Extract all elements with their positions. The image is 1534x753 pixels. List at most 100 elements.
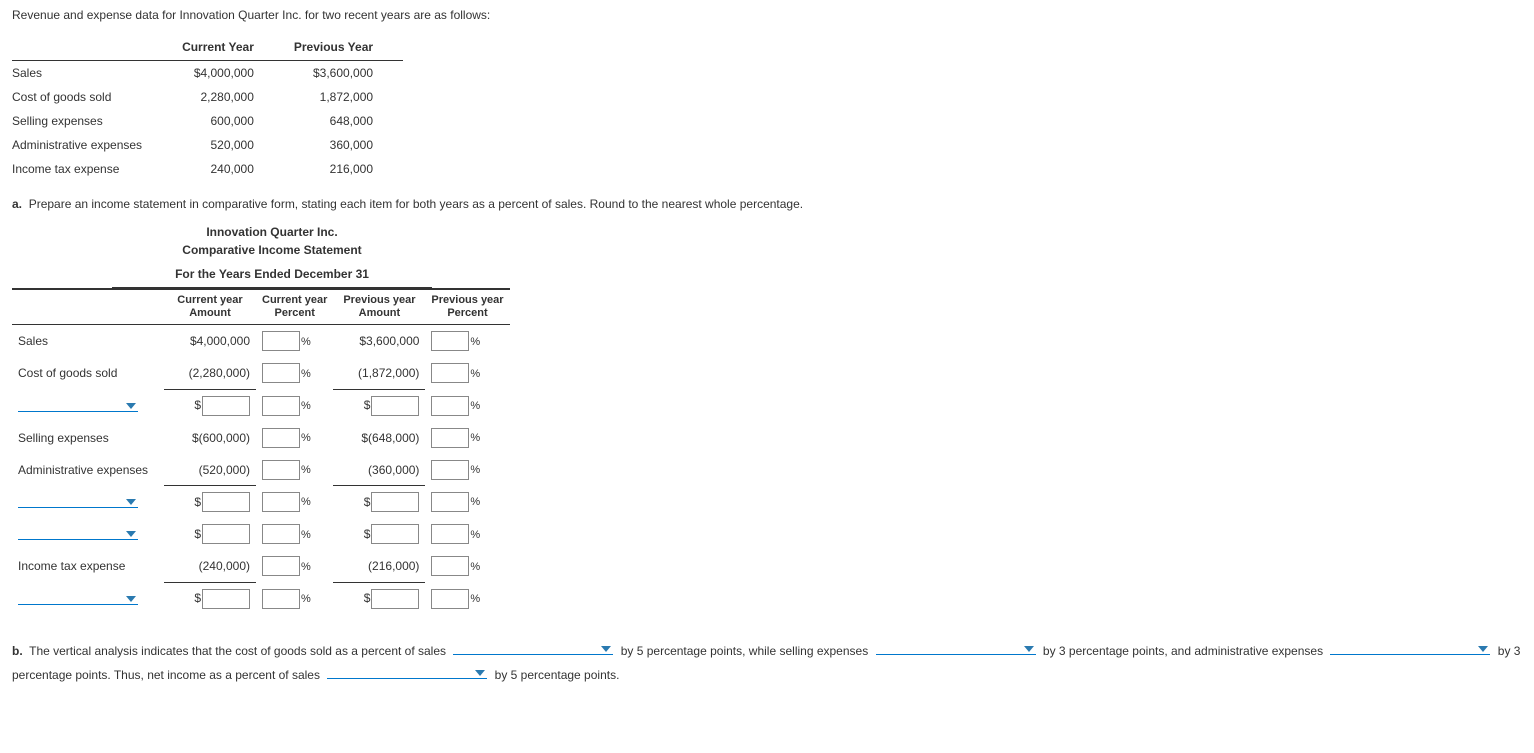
- row-cy: 600,000: [172, 109, 284, 133]
- chevron-down-icon: [126, 531, 136, 537]
- given-data-table: Current Year Previous Year Sales$4,000,0…: [12, 34, 403, 181]
- amount-input[interactable]: [202, 396, 250, 416]
- part-b-dropdown-3[interactable]: [1330, 640, 1490, 655]
- data-header-blank: [12, 34, 172, 61]
- percent-input[interactable]: [431, 589, 469, 609]
- percent-input[interactable]: [431, 428, 469, 448]
- percent-input[interactable]: [431, 363, 469, 383]
- income-statement: Innovation Quarter Inc. Comparative Inco…: [12, 225, 1522, 615]
- percent-input[interactable]: [262, 428, 300, 448]
- percent-cell: %: [256, 357, 333, 389]
- chevron-down-icon: [475, 670, 485, 676]
- percent-input[interactable]: [262, 331, 300, 351]
- percent-sign: %: [301, 561, 311, 573]
- percent-sign: %: [470, 496, 480, 508]
- percent-input[interactable]: [262, 556, 300, 576]
- income-row: $%$%: [12, 518, 510, 550]
- amount-input[interactable]: [202, 524, 250, 544]
- percent-input[interactable]: [431, 331, 469, 351]
- amount-input[interactable]: [202, 589, 250, 609]
- amount-input[interactable]: [202, 492, 250, 512]
- percent-input[interactable]: [262, 460, 300, 480]
- percent-sign: %: [470, 593, 480, 605]
- label-dropdown[interactable]: [18, 525, 138, 540]
- row-cy: 2,280,000: [172, 85, 284, 109]
- py-amount: $(648,000): [333, 422, 425, 454]
- chevron-down-icon: [126, 403, 136, 409]
- cy-amount: (520,000): [164, 454, 256, 486]
- percent-input[interactable]: [431, 524, 469, 544]
- part-b-dropdown-1[interactable]: [453, 640, 613, 655]
- income-table: Current yearAmount Current yearPercent P…: [12, 288, 510, 615]
- row-label-dropdown[interactable]: [12, 582, 164, 615]
- chevron-down-icon: [1478, 646, 1488, 652]
- label-dropdown[interactable]: [18, 397, 138, 412]
- percent-sign: %: [470, 561, 480, 573]
- percent-input[interactable]: [431, 396, 469, 416]
- intro-text: Revenue and expense data for Innovation …: [12, 8, 1522, 22]
- amount-input[interactable]: [371, 492, 419, 512]
- percent-input[interactable]: [431, 556, 469, 576]
- income-header-py-percent: Previous yearPercent: [425, 289, 509, 325]
- percent-cell: %: [256, 325, 333, 358]
- part-b-dropdown-2[interactable]: [876, 640, 1036, 655]
- percent-input[interactable]: [431, 492, 469, 512]
- percent-input[interactable]: [262, 363, 300, 383]
- percent-input[interactable]: [262, 492, 300, 512]
- row-py: 1,872,000: [284, 85, 403, 109]
- dollar-sign: $: [364, 398, 371, 412]
- row-py: $3,600,000: [284, 61, 403, 86]
- row-label: Income tax expense: [12, 550, 164, 582]
- percent-sign: %: [470, 400, 480, 412]
- row-label-dropdown[interactable]: [12, 518, 164, 550]
- py-amount: (216,000): [333, 550, 425, 582]
- chevron-down-icon: [601, 646, 611, 652]
- percent-cell: %: [256, 550, 333, 582]
- row-label: Cost of goods sold: [12, 85, 172, 109]
- table-row: Sales$4,000,000$3,600,000: [12, 61, 403, 86]
- row-label: Cost of goods sold: [12, 357, 164, 389]
- row-label-dropdown[interactable]: [12, 486, 164, 519]
- label-dropdown[interactable]: [18, 493, 138, 508]
- amount-cell: $: [333, 518, 425, 550]
- amount-cell: $: [164, 518, 256, 550]
- row-label-dropdown[interactable]: [12, 389, 164, 422]
- percent-cell: %: [256, 389, 333, 422]
- income-row: $%$%: [12, 486, 510, 519]
- percent-cell: %: [256, 582, 333, 615]
- income-row: Income tax expense(240,000)%(216,000)%: [12, 550, 510, 582]
- amount-input[interactable]: [371, 524, 419, 544]
- row-cy: 240,000: [172, 157, 284, 181]
- income-header-py-amount: Previous yearAmount: [333, 289, 425, 325]
- amount-input[interactable]: [371, 396, 419, 416]
- percent-sign: %: [301, 464, 311, 476]
- percent-cell: %: [256, 422, 333, 454]
- percent-input[interactable]: [431, 460, 469, 480]
- amount-cell: $: [164, 389, 256, 422]
- percent-cell: %: [425, 422, 509, 454]
- data-header-current: Current Year: [172, 34, 284, 61]
- dollar-sign: $: [194, 591, 201, 605]
- py-amount: $3,600,000: [333, 325, 425, 358]
- percent-cell: %: [425, 357, 509, 389]
- percent-sign: %: [470, 368, 480, 380]
- part-b-dropdown-4[interactable]: [327, 664, 487, 679]
- chevron-down-icon: [1024, 646, 1034, 652]
- part-b-prompt: b. The vertical analysis indicates that …: [12, 639, 1522, 687]
- cy-amount: $4,000,000: [164, 325, 256, 358]
- label-dropdown[interactable]: [18, 590, 138, 605]
- dollar-sign: $: [364, 527, 371, 541]
- percent-input[interactable]: [262, 589, 300, 609]
- company-name: Innovation Quarter Inc.: [112, 225, 432, 239]
- income-row: $%$%: [12, 389, 510, 422]
- income-header-cy-amount: Current yearAmount: [164, 289, 256, 325]
- percent-sign: %: [470, 432, 480, 444]
- percent-cell: %: [425, 486, 509, 519]
- amount-input[interactable]: [371, 589, 419, 609]
- row-label: Administrative expenses: [12, 133, 172, 157]
- percent-input[interactable]: [262, 396, 300, 416]
- percent-sign: %: [470, 336, 480, 348]
- percent-input[interactable]: [262, 524, 300, 544]
- dollar-sign: $: [364, 495, 371, 509]
- percent-sign: %: [470, 464, 480, 476]
